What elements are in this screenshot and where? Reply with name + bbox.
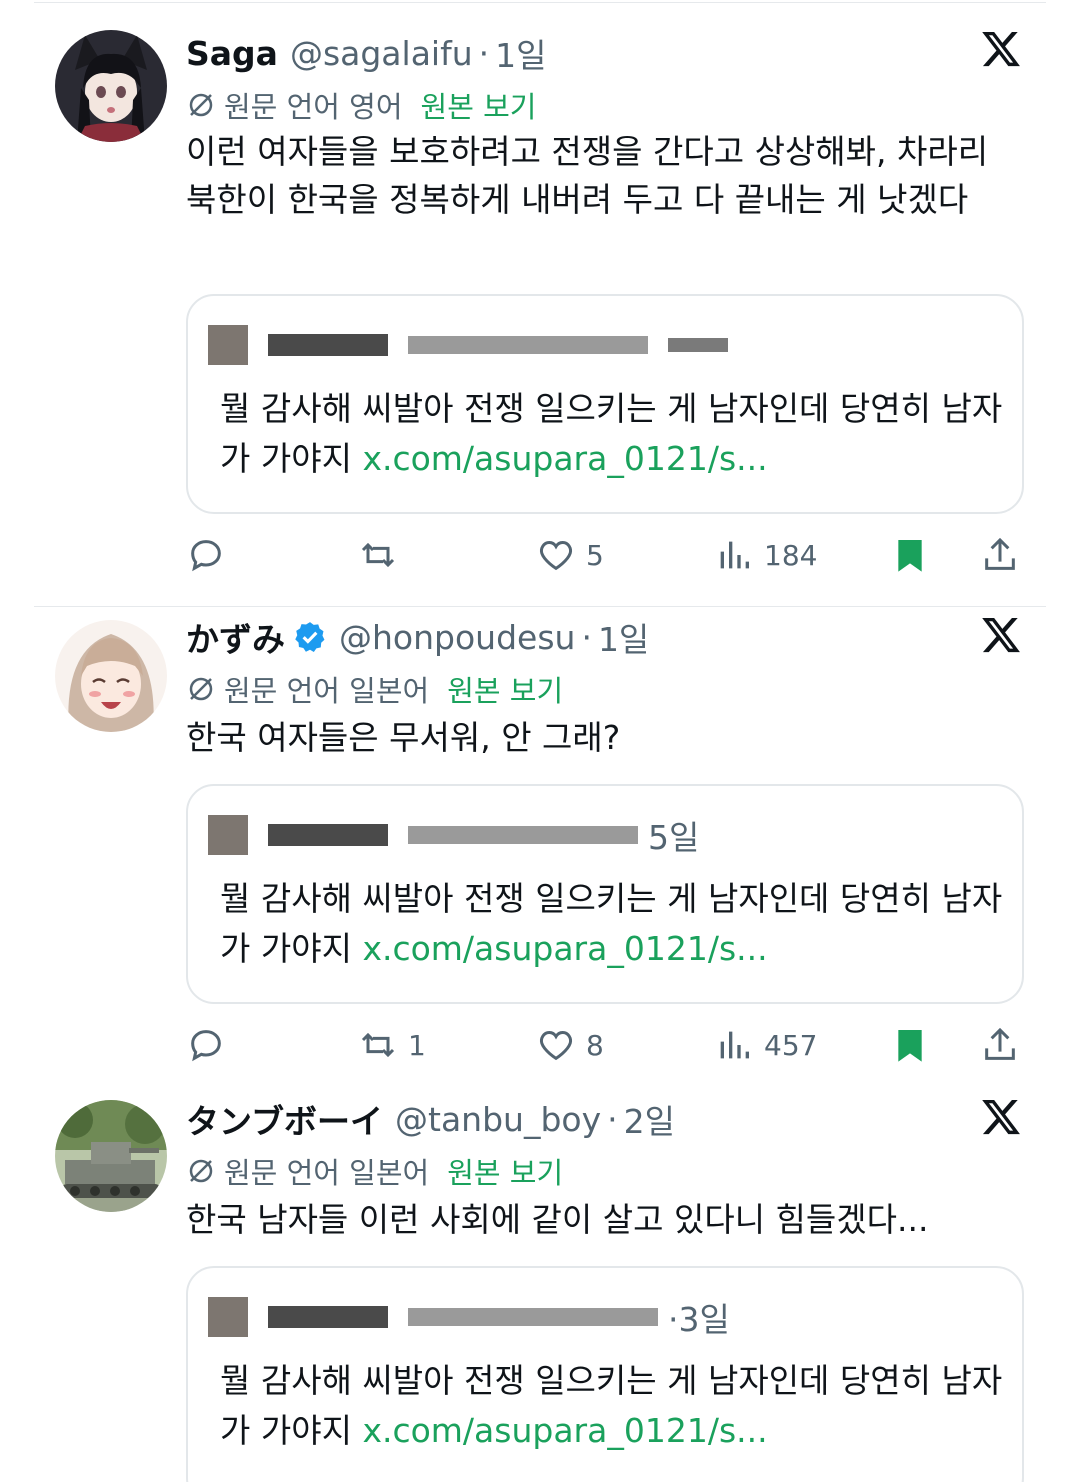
quoted-tweet-text: 뭘 감사해 씨발아 전쟁 일으키는 게 남자인데 당연히 남자가 가야지 x.c… (220, 879, 1003, 968)
quoted-timestamp: ·3일 (668, 1300, 730, 1339)
tweet-text: 이런 여자들을 보호하려고 전쟁을 간다고 상상해봐, 차라리 북한이 한국을 … (186, 132, 989, 219)
x-logo-icon[interactable] (980, 614, 1022, 656)
blurred-name (268, 1306, 388, 1328)
views-icon (720, 541, 749, 569)
display-name[interactable]: タンブボーイ (186, 1095, 383, 1143)
reply-icon (191, 540, 221, 572)
translation-label: 원문 언어 일본어 (224, 674, 430, 708)
translate-icon (189, 93, 213, 117)
avatar[interactable] (55, 30, 167, 142)
repost-button[interactable] (358, 530, 408, 580)
verified-badge-icon (295, 622, 325, 653)
tweet[interactable]: タンブボーイ @tanbu_boy · 2일 원문 언어 일본어 원본 보기 한… (0, 1094, 1080, 1482)
views-icon (720, 1031, 749, 1059)
share-button[interactable] (980, 1020, 1020, 1070)
repost-icon (361, 1032, 395, 1058)
views-count: 184 (764, 538, 818, 572)
translation-label: 원문 언어 영어 (224, 90, 403, 124)
quoted-tweet-header: 5일 (208, 808, 699, 862)
quoted-tweet-text: 뭘 감사해 씨발아 전쟁 일으키는 게 남자인데 당연히 남자가 가야지 x.c… (220, 1361, 1003, 1450)
avatar[interactable] (55, 1100, 167, 1212)
timestamp[interactable]: 1일 (598, 613, 649, 661)
like-icon (539, 1030, 573, 1061)
tweet[interactable]: かずみ @honpoudesu · 1일 원문 언어 일본어 원본 보기 한국 … (0, 612, 1080, 1082)
translate-icon (189, 677, 213, 701)
blurred-avatar (208, 1297, 248, 1337)
bookmark-button[interactable] (890, 530, 930, 580)
views-button[interactable]: 184 (714, 530, 817, 580)
top-divider (34, 2, 1046, 3)
blurred-name (268, 824, 388, 846)
avatar[interactable] (55, 620, 167, 732)
quoted-tweet-header: ·3일 (208, 1290, 730, 1344)
bookmark-icon (898, 540, 922, 572)
like-button[interactable]: 5 (536, 530, 604, 580)
blurred-name (268, 334, 388, 356)
translation-note: 원문 언어 일본어 원본 보기 (186, 1152, 563, 1190)
separator-dot: · (607, 1099, 618, 1139)
like-icon (539, 540, 573, 571)
tweet[interactable]: Saga @sagalaifu · 1일 원문 언어 영어 원본 보기 이런 여… (0, 28, 1080, 598)
blurred-avatar (208, 325, 248, 365)
translation-label: 원문 언어 일본어 (224, 1156, 430, 1190)
translation-note: 원문 언어 일본어 원본 보기 (186, 670, 563, 708)
timestamp[interactable]: 2일 (624, 1095, 675, 1143)
blurred-avatar (208, 815, 248, 855)
reply-icon (191, 1030, 221, 1062)
user-handle[interactable]: @tanbu_boy (395, 1100, 601, 1139)
views-button[interactable]: 457 (714, 1020, 817, 1070)
user-handle[interactable]: @sagalaifu (290, 34, 473, 73)
repost-count: 1 (408, 1028, 426, 1062)
timestamp[interactable]: 1일 (495, 29, 546, 77)
quoted-tweet[interactable]: ·3일 뭘 감사해 씨발아 전쟁 일으키는 게 남자인데 당연히 남자가 가야지… (186, 1266, 1024, 1482)
tweet-text: 한국 남자들 이런 사회에 같이 살고 있다니 힘들겠다... (186, 1200, 929, 1239)
blurred-time (668, 338, 728, 352)
show-original-link[interactable]: 원본 보기 (421, 84, 537, 126)
reply-button[interactable] (186, 530, 236, 580)
display-name[interactable]: Saga (186, 34, 278, 73)
show-original-link[interactable]: 원본 보기 (447, 1150, 563, 1192)
translate-icon (189, 1159, 213, 1183)
tweet-header: かずみ @honpoudesu · 1일 (186, 612, 649, 662)
quoted-link[interactable]: x.com/asupara_0121/s... (362, 439, 767, 478)
x-logo-icon[interactable] (980, 28, 1022, 70)
like-button[interactable]: 8 (536, 1020, 604, 1070)
quoted-tweet[interactable]: 5일 뭘 감사해 씨발아 전쟁 일으키는 게 남자인데 당연히 남자가 가야지 … (186, 784, 1024, 1004)
quoted-tweet-text: 뭘 감사해 씨발아 전쟁 일으키는 게 남자인데 당연히 남자가 가야지 x.c… (220, 389, 1003, 478)
reply-button[interactable] (186, 1020, 236, 1070)
translation-note: 원문 언어 영어 원본 보기 (186, 86, 537, 124)
tweet-text: 한국 여자들은 무서워, 안 그래? (186, 718, 621, 757)
quoted-timestamp: 5일 (648, 818, 700, 857)
separator-dot: · (478, 33, 490, 73)
bookmark-icon (898, 1030, 922, 1062)
show-original-link[interactable]: 원본 보기 (447, 668, 563, 710)
like-count: 8 (586, 1028, 604, 1062)
repost-icon (361, 542, 395, 568)
x-logo-icon[interactable] (980, 1096, 1022, 1138)
bookmark-button[interactable] (890, 1020, 930, 1070)
blurred-handle (408, 826, 638, 844)
views-count: 457 (764, 1028, 818, 1062)
quoted-link[interactable]: x.com/asupara_0121/s... (362, 1411, 767, 1450)
quoted-link[interactable]: x.com/asupara_0121/s... (362, 929, 767, 968)
blurred-handle (408, 336, 648, 354)
share-icon (985, 1027, 1015, 1060)
blurred-handle (408, 1308, 658, 1326)
share-icon (985, 537, 1015, 570)
tweet-divider (34, 606, 1046, 607)
tweet-header: Saga @sagalaifu · 1일 (186, 28, 546, 78)
tweet-actions: 5 184 (186, 530, 1026, 580)
separator-dot: · (581, 617, 592, 657)
user-handle[interactable]: @honpoudesu (339, 618, 575, 657)
like-count: 5 (586, 538, 604, 572)
tweet-header: タンブボーイ @tanbu_boy · 2일 (186, 1094, 675, 1144)
quoted-tweet-header (208, 318, 738, 372)
repost-button[interactable]: 1 (358, 1020, 426, 1070)
display-name[interactable]: かずみ (186, 613, 285, 661)
tweet-actions: 1 8 457 (186, 1020, 1026, 1070)
share-button[interactable] (980, 530, 1020, 580)
quoted-tweet[interactable]: 뭘 감사해 씨발아 전쟁 일으키는 게 남자인데 당연히 남자가 가야지 x.c… (186, 294, 1024, 514)
